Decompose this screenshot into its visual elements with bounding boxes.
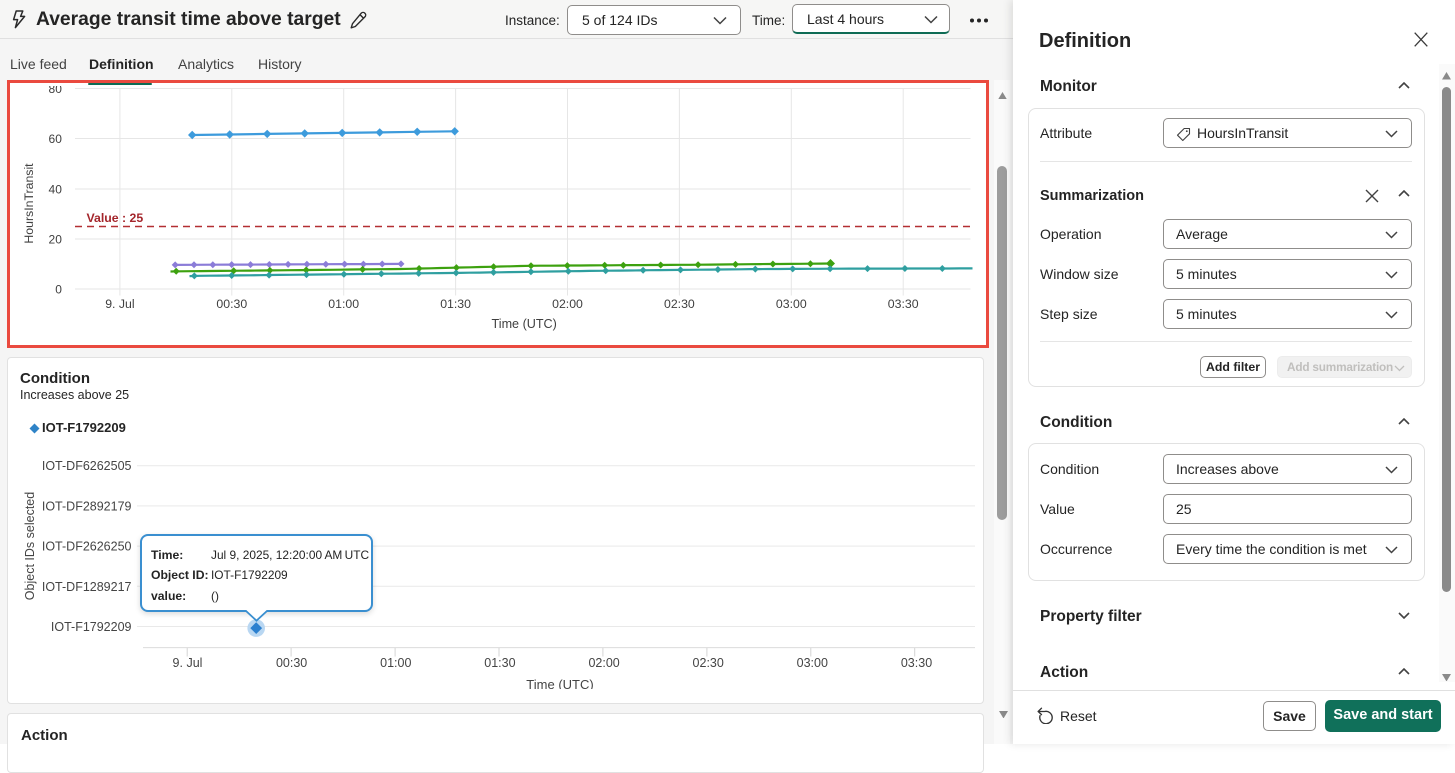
svg-text:IOT-F1792209: IOT-F1792209 [51,620,132,634]
svg-text:00:30: 00:30 [276,656,307,670]
svg-text:HoursInTransit: HoursInTransit [22,163,36,244]
svg-text:03:30: 03:30 [901,656,932,670]
svg-text:9. Jul: 9. Jul [105,297,134,311]
svg-text:IOT-DF1289217: IOT-DF1289217 [42,579,132,593]
svg-text:02:30: 02:30 [664,297,695,311]
svg-text:60: 60 [49,132,63,146]
svg-text:01:30: 01:30 [484,656,515,670]
svg-text:IOT-DF2626250: IOT-DF2626250 [42,539,132,553]
svg-text:IOT-DF2892179: IOT-DF2892179 [42,499,132,513]
svg-text:40: 40 [49,182,63,196]
svg-text:0: 0 [55,282,62,296]
svg-text:IOT-DF6262505: IOT-DF6262505 [42,459,132,473]
svg-text:03:00: 03:00 [776,297,807,311]
svg-text:Object IDs selected: Object IDs selected [23,491,37,599]
svg-text:Value : 25: Value : 25 [87,211,144,225]
svg-text:02:30: 02:30 [693,656,724,670]
svg-text:01:00: 01:00 [380,656,411,670]
svg-text:02:00: 02:00 [552,297,583,311]
svg-text:03:30: 03:30 [888,297,919,311]
svg-text:00:30: 00:30 [216,297,247,311]
svg-text:03:00: 03:00 [797,656,828,670]
svg-text:Time (UTC): Time (UTC) [492,317,557,331]
svg-text:01:30: 01:30 [440,297,471,311]
svg-text:02:00: 02:00 [588,656,619,670]
svg-text:Time (UTC): Time (UTC) [526,677,593,689]
svg-text:9. Jul: 9. Jul [173,656,203,670]
svg-text:01:00: 01:00 [328,297,359,311]
svg-text:20: 20 [49,232,63,246]
